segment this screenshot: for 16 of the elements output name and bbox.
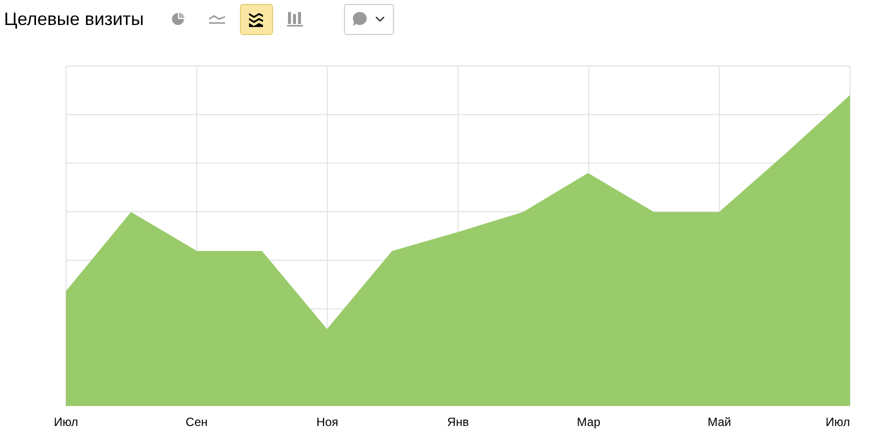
comment-dropdown[interactable]	[344, 4, 394, 34]
line-chart-icon	[209, 14, 226, 24]
chart-type-button[interactable]	[240, 4, 273, 34]
axis-label: Сен	[186, 415, 208, 429]
caret-icon	[374, 16, 385, 22]
axis-label: Ноя	[316, 415, 338, 429]
bar-chart-icon	[287, 11, 304, 27]
chart-title: Целевые визиты	[4, 8, 144, 30]
pie-chart-icon	[171, 12, 186, 26]
axis-label: Май	[708, 415, 732, 429]
axis-label: Мар	[576, 415, 600, 429]
axis-label: Янв	[447, 415, 469, 429]
axis-label: Июл	[826, 415, 850, 429]
speech-bubble-icon	[350, 11, 367, 27]
area-chart-icon	[248, 11, 264, 27]
axis-label: Июл	[54, 415, 78, 429]
